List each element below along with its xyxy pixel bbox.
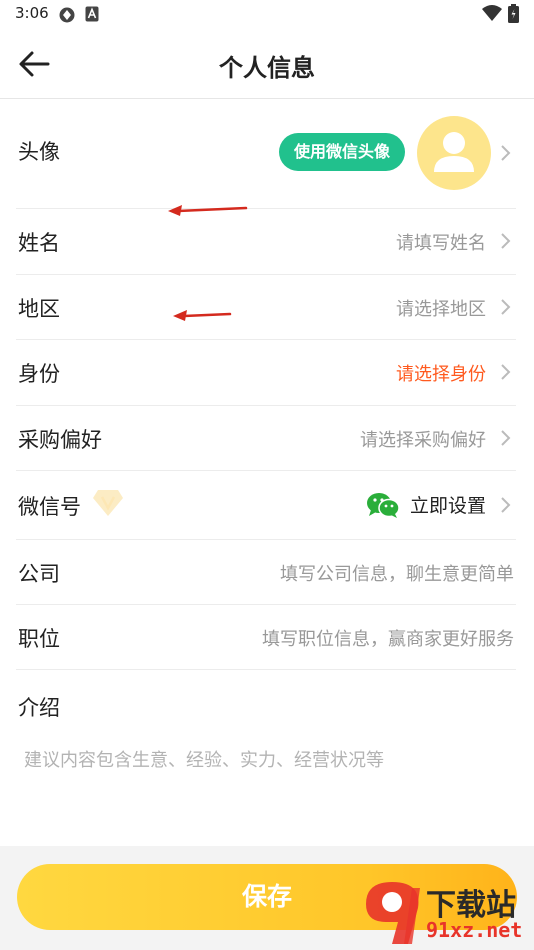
purchase-preference-label: 采购偏好 (18, 428, 102, 452)
name-value: 请填写姓名 (396, 233, 486, 254)
page-title: 个人信息 (219, 54, 315, 82)
wechat-icon (367, 493, 400, 518)
intro-textarea[interactable]: 建议内容包含生意、经验、实力、经营状况等 (24, 746, 384, 772)
identity-value: 请选择身份 (396, 364, 486, 385)
identity-label: 身份 (18, 362, 60, 386)
user-placeholder-icon (434, 132, 474, 172)
avatar-row[interactable]: 头像 使用微信头像 (16, 98, 516, 209)
battery-icon (508, 4, 519, 23)
purchase-preference-value: 请选择采购偏好 (360, 430, 486, 451)
status-bar: 3:06 (0, 0, 534, 28)
vip-diamond-icon (93, 490, 123, 516)
position-row[interactable]: 职位 填写职位信息，赢商家更好服务 (16, 605, 516, 670)
company-row[interactable]: 公司 填写公司信息，聊生意更简单 (16, 540, 516, 605)
company-input[interactable]: 填写公司信息，聊生意更简单 (280, 560, 514, 586)
region-label: 地区 (18, 297, 60, 321)
wifi-icon (482, 5, 502, 21)
avatar-label: 头像 (18, 140, 60, 164)
wechat-id-row[interactable]: 微信号 立即设置 (16, 471, 516, 540)
avatar[interactable] (417, 116, 491, 190)
purchase-preference-row[interactable]: 采购偏好 请选择采购偏好 (16, 406, 516, 471)
region-row[interactable]: 地区 请选择地区 (16, 275, 516, 340)
region-value: 请选择地区 (396, 299, 486, 320)
wechat-setup-link[interactable]: 立即设置 (410, 491, 486, 518)
app-header: 个人信息 (0, 28, 534, 99)
chevron-right-icon (501, 299, 511, 315)
use-wechat-avatar-button[interactable]: 使用微信头像 (279, 133, 405, 171)
chevron-right-icon (501, 364, 511, 380)
position-label: 职位 (18, 627, 60, 651)
annotation-arrow (168, 205, 248, 216)
position-input[interactable]: 填写职位信息，赢商家更好服务 (262, 625, 514, 651)
watermark-logo-icon (366, 882, 420, 944)
sync-icon (59, 7, 75, 23)
company-label: 公司 (18, 562, 60, 586)
chevron-right-icon (501, 145, 511, 161)
status-time: 3:06 (15, 4, 49, 22)
a-icon (85, 6, 99, 22)
identity-row[interactable]: 身份 请选择身份 (16, 340, 516, 406)
chevron-right-icon (501, 430, 511, 446)
intro-label: 介绍 (18, 696, 60, 720)
watermark-url: 91xz.net (426, 918, 523, 942)
name-row[interactable]: 姓名 请填写姓名 (16, 209, 516, 275)
wechat-id-label: 微信号 (18, 495, 81, 519)
chevron-right-icon (501, 233, 511, 249)
name-label: 姓名 (18, 231, 60, 255)
intro-row: 介绍 建议内容包含生意、经验、实力、经营状况等 (16, 670, 516, 846)
annotation-arrow (173, 310, 232, 321)
chevron-right-icon (501, 497, 511, 513)
watermark: 下载站 91xz.net (362, 874, 534, 950)
